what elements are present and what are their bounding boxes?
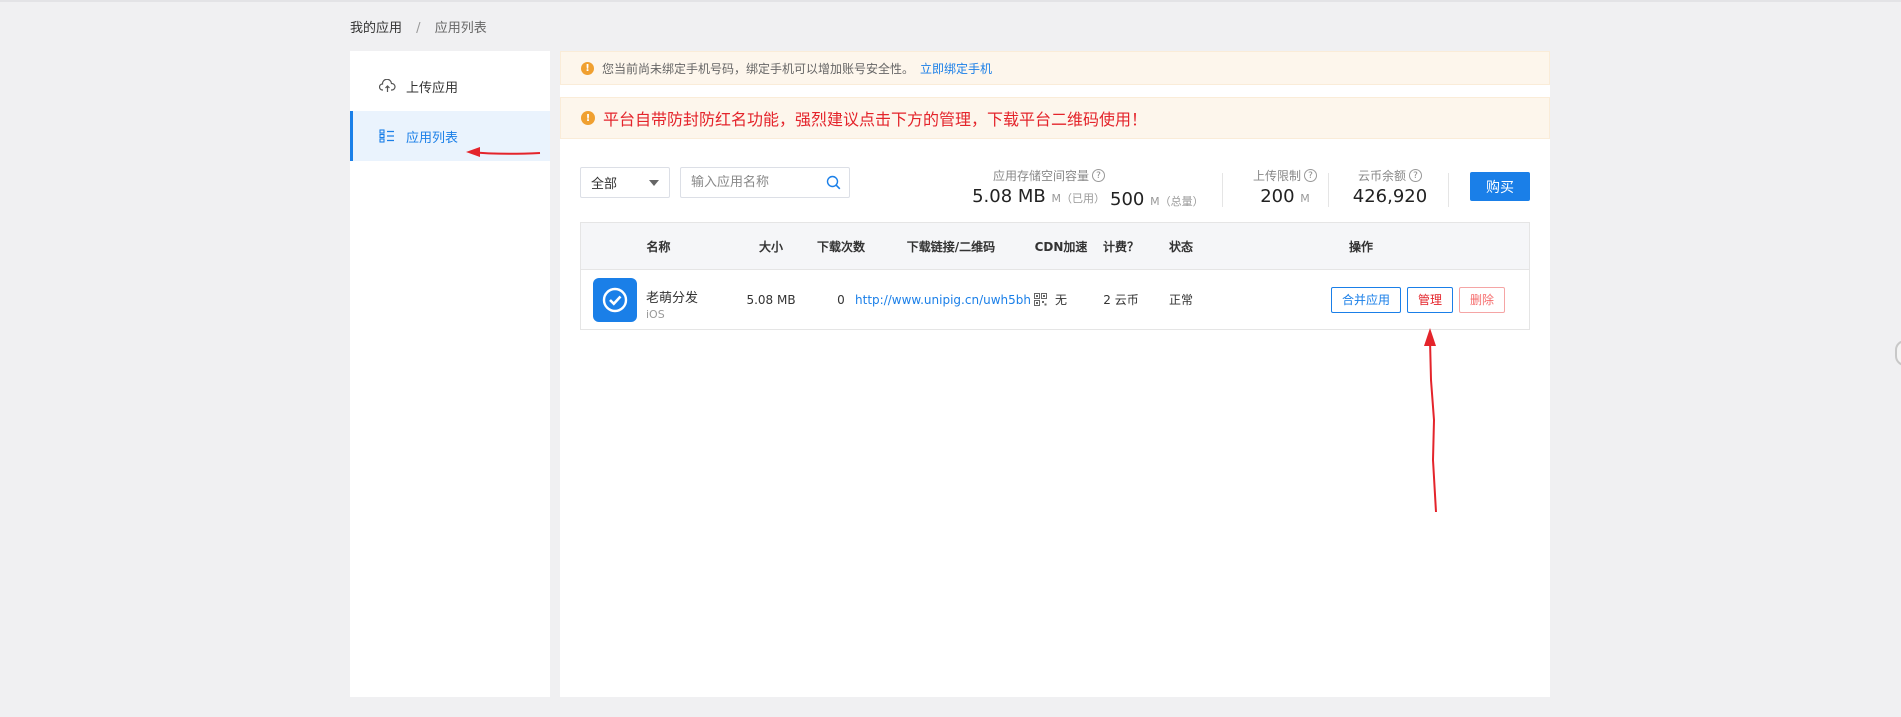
help-icon[interactable]: ? <box>1092 169 1105 182</box>
table-row: 老萌分发 iOS 5.08 MB 0 http://www.unipig.cn/… <box>581 270 1529 329</box>
platform-filter-select[interactable]: 全部 <box>580 167 670 198</box>
app-icon[interactable] <box>593 277 637 322</box>
coin-balance-stat: 云币余额? 426,920 <box>1340 167 1440 207</box>
storage-total: 500 <box>1110 189 1145 210</box>
sidebar-item-upload[interactable]: 上传应用 <box>350 61 550 111</box>
main-panel: ! 您当前尚未绑定手机号码，绑定手机可以增加账号安全性。 立即绑定手机 ! 平台… <box>560 51 1550 697</box>
upload-limit-unit: M <box>1300 192 1310 205</box>
divider <box>1448 173 1449 207</box>
upload-limit-label: 上传限制 <box>1252 169 1301 183</box>
upload-limit-stat: 上传限制? 200 M <box>1240 167 1330 207</box>
breadcrumb-current: 应用列表 <box>434 21 487 36</box>
storage-total-unit: M（总量） <box>1150 195 1204 208</box>
column-header-link: 下载链接/二维码 <box>906 239 996 254</box>
table-header: 名称 大小 下载次数 下载链接/二维码 CDN加速 计费？ 状态 操作 <box>581 223 1529 270</box>
help-icon[interactable]: ? <box>1304 169 1317 182</box>
app-icon-cell <box>591 270 639 329</box>
divider <box>1222 173 1223 207</box>
storage-stat: 应用存储空间容量? 5.08 MB M（已用） <box>960 167 1105 207</box>
breadcrumb-parent[interactable]: 我的应用 <box>350 21 402 36</box>
cloud-upload-icon <box>378 77 396 95</box>
app-status: 正常 <box>1168 293 1193 307</box>
search-icon[interactable] <box>826 175 841 194</box>
app-size: 5.08 MB <box>746 292 796 307</box>
merge-app-button[interactable]: 合并应用 <box>1331 286 1401 313</box>
phone-bind-notice: ! 您当前尚未绑定手机号码，绑定手机可以增加账号安全性。 立即绑定手机 <box>560 51 1550 85</box>
breadcrumb: 我的应用 / 应用列表 <box>350 17 487 36</box>
upload-limit-value: 200 <box>1260 186 1295 207</box>
sidebar: 上传应用 应用列表 <box>350 51 550 697</box>
help-icon[interactable]: ? <box>1409 169 1422 182</box>
storage-used-unit: M（已用） <box>1051 192 1106 205</box>
buy-button[interactable]: 购买 <box>1470 172 1530 201</box>
coin-balance-label: 云币余额 <box>1357 169 1406 183</box>
column-header-cdn: CDN加速 <box>1034 239 1088 254</box>
platform-warning-notice: ! 平台自带防封防红名功能，强烈建议点击下方的管理，下载平台二维码使用！ <box>560 97 1550 139</box>
divider <box>1328 173 1329 207</box>
app-name-cell: 老萌分发 iOS <box>646 270 746 329</box>
app-table: 名称 大小 下载次数 下载链接/二维码 CDN加速 计费？ 状态 操作 老萌分发… <box>580 222 1530 330</box>
sidebar-item-label: 应用列表 <box>406 130 459 146</box>
app-cdn: 无 <box>1054 293 1067 307</box>
sidebar-item-label: 上传应用 <box>406 80 459 96</box>
coin-balance-value: 426,920 <box>1352 186 1428 207</box>
scroll-handle[interactable] <box>1895 340 1901 366</box>
storage-total-stat: 500 M（总量） <box>1110 187 1204 210</box>
column-header-name: 名称 <box>646 239 671 254</box>
delete-button[interactable]: 删除 <box>1459 286 1505 313</box>
sidebar-item-app-list[interactable]: 应用列表 <box>350 111 550 161</box>
download-link-cell: http://www.unipig.cn/uwh5bh <box>855 270 1047 329</box>
storage-used: 5.08 MB <box>972 186 1046 207</box>
column-header-downloads: 下载次数 <box>816 239 865 254</box>
app-billing: 2 云币 <box>1103 293 1139 307</box>
platform-warning-text: 平台自带防封防红名功能，强烈建议点击下方的管理，下载平台二维码使用！ <box>603 110 1148 129</box>
column-header-actions: 操作 <box>1348 239 1373 254</box>
column-header-size: 大小 <box>758 239 783 254</box>
phone-notice-text: 您当前尚未绑定手机号码，绑定手机可以增加账号安全性。 <box>602 61 915 76</box>
search-input[interactable] <box>691 175 821 190</box>
warning-icon: ! <box>581 111 595 125</box>
bind-phone-link[interactable]: 立即绑定手机 <box>920 60 992 77</box>
download-link[interactable]: http://www.unipig.cn/uwh5bh <box>855 293 1031 307</box>
chevron-down-icon <box>649 180 659 186</box>
column-header-status: 状态 <box>1168 239 1193 254</box>
column-header-billing: 计费？ <box>1102 239 1139 254</box>
select-value: 全部 <box>591 177 618 192</box>
app-platform: iOS <box>646 308 665 321</box>
breadcrumb-separator: / <box>416 21 421 36</box>
warning-icon: ! <box>581 61 594 75</box>
storage-label: 应用存储空间容量 <box>992 169 1089 183</box>
app-search-box <box>680 167 850 198</box>
top-border <box>0 0 1901 2</box>
list-icon <box>378 127 396 145</box>
app-name: 老萌分发 <box>646 291 699 306</box>
manage-button[interactable]: 管理 <box>1407 286 1453 313</box>
